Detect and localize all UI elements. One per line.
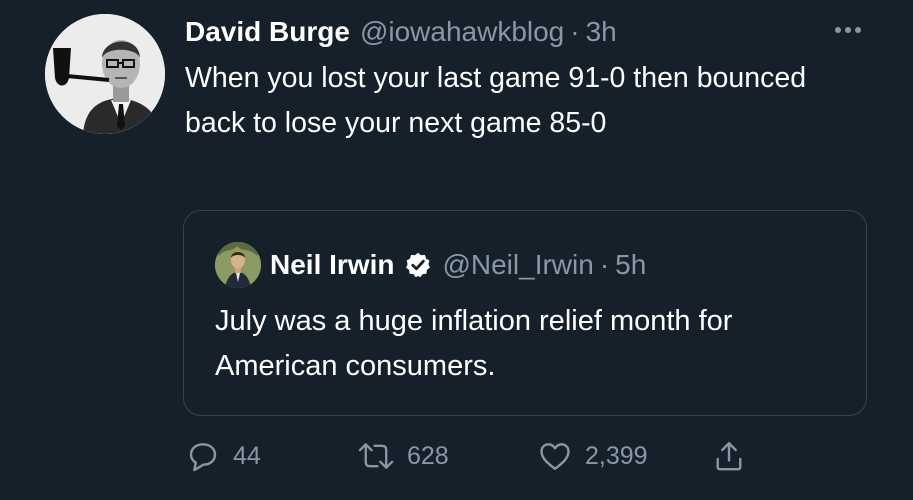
- author-handle[interactable]: @iowahawkblog: [360, 12, 564, 52]
- heart-icon: [540, 443, 570, 470]
- share-icon: [716, 442, 742, 471]
- more-options-button[interactable]: [828, 18, 868, 42]
- tweet-actions: 44 628 2,399: [185, 436, 905, 476]
- tweet[interactable]: David Burge @iowahawkblog · 3h When you …: [0, 0, 913, 500]
- tweet-timestamp[interactable]: 3h: [586, 12, 617, 52]
- quoted-avatar-image: [215, 242, 261, 288]
- avatar-portrait-image: [45, 14, 165, 134]
- author-avatar[interactable]: [45, 14, 165, 134]
- retweet-icon: [358, 443, 394, 469]
- author-name[interactable]: David Burge: [185, 12, 350, 52]
- reply-icon: [189, 443, 217, 472]
- quoted-tweet-text: July was a huge inflation relief month f…: [215, 305, 733, 382]
- more-horizontal-icon: [835, 27, 861, 33]
- like-count: 2,399: [585, 441, 648, 470]
- quoted-author-name[interactable]: Neil Irwin: [270, 249, 394, 281]
- quoted-tweet-header: Neil Irwin @Neil_Irwin · 5h: [270, 245, 646, 285]
- quoted-author-handle[interactable]: @Neil_Irwin: [442, 249, 593, 281]
- tweet-header: David Burge @iowahawkblog · 3h: [185, 12, 617, 52]
- quoted-tweet[interactable]: Neil Irwin @Neil_Irwin · 5h July was a h…: [183, 210, 867, 416]
- quoted-author-avatar[interactable]: [215, 242, 261, 288]
- share-button[interactable]: [711, 436, 747, 476]
- separator-dot: ·: [570, 16, 580, 47]
- retweet-count: 628: [407, 441, 449, 470]
- quoted-tweet-timestamp[interactable]: 5h: [615, 249, 646, 281]
- quoted-separator-dot: ·: [599, 249, 610, 280]
- like-button[interactable]: 2,399: [537, 436, 648, 476]
- tweet-text: When you lost your last game 91-0 then b…: [185, 62, 807, 139]
- verified-badge-icon: [406, 252, 431, 278]
- reply-count: 44: [233, 441, 261, 470]
- reply-button[interactable]: 44: [185, 436, 261, 476]
- retweet-button[interactable]: 628: [357, 436, 449, 476]
